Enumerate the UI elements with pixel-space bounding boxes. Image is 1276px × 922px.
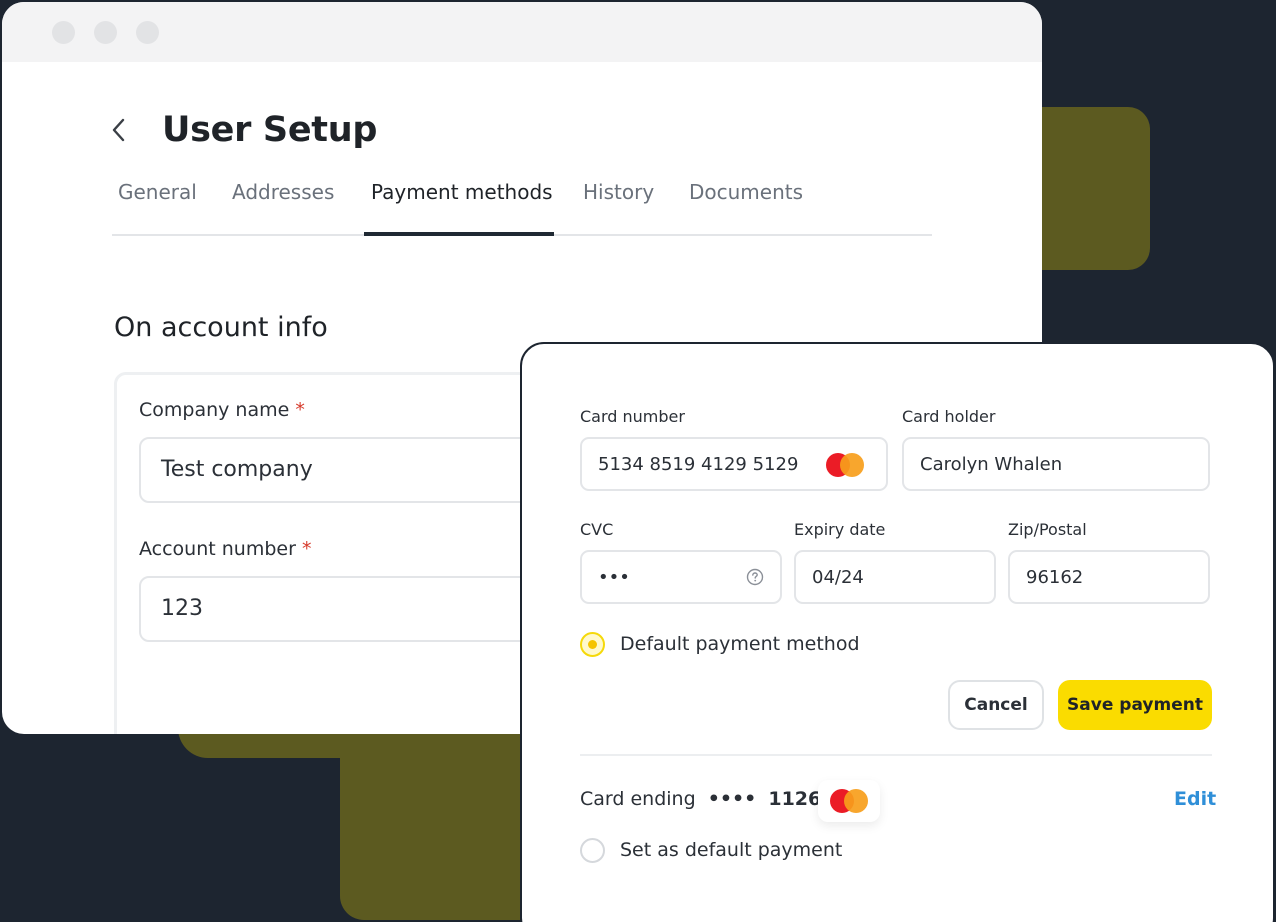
window-control-minimize[interactable] <box>94 20 117 44</box>
page-header: User Setup <box>110 110 377 150</box>
cvc-input[interactable]: ••• <box>580 550 782 604</box>
saved-card-summary: Card ending •••• 1126 <box>580 788 822 810</box>
tab-general[interactable]: General <box>118 180 197 204</box>
card-holder-input[interactable]: Carolyn Whalen <box>902 437 1210 491</box>
tab-bar: General Addresses Payment methods Histor… <box>112 172 932 236</box>
default-payment-label: Default payment method <box>620 633 860 655</box>
expiry-date-label: Expiry date <box>794 520 886 539</box>
chevron-left-icon[interactable] <box>110 117 132 143</box>
zip-postal-label: Zip/Postal <box>1008 520 1087 539</box>
edit-card-link[interactable]: Edit <box>1174 788 1216 810</box>
tab-documents[interactable]: Documents <box>689 180 803 204</box>
tab-history[interactable]: History <box>583 180 654 204</box>
card-number-input[interactable]: 5134 8519 4129 5129 <box>580 437 888 491</box>
company-name-label: Company name * <box>139 399 305 421</box>
required-mark: * <box>301 538 312 560</box>
section-title: On account info <box>114 312 328 343</box>
set-default-label: Set as default payment <box>620 839 843 861</box>
account-number-input[interactable]: 123 <box>139 576 559 642</box>
active-tab-indicator <box>364 232 554 236</box>
card-holder-label: Card holder <box>902 407 996 426</box>
cvc-label: CVC <box>580 520 614 539</box>
cancel-button[interactable]: Cancel <box>948 680 1044 730</box>
mastercard-icon <box>826 453 864 477</box>
default-payment-radio[interactable] <box>580 632 605 657</box>
window-titlebar <box>2 2 1042 62</box>
page-title: User Setup <box>162 110 378 150</box>
mastercard-icon <box>830 789 868 813</box>
saved-card-brand <box>818 780 880 822</box>
card-last4: 1126 <box>768 788 822 810</box>
required-mark: * <box>295 399 305 421</box>
zip-postal-input[interactable]: 96162 <box>1008 550 1210 604</box>
payment-form-panel: Card number 5134 8519 4129 5129 Card hol… <box>520 342 1275 922</box>
card-number-label: Card number <box>580 407 685 426</box>
divider <box>580 754 1212 756</box>
set-default-radio[interactable] <box>580 838 605 863</box>
company-name-input[interactable]: Test company <box>139 437 559 503</box>
window-control-close[interactable] <box>52 20 75 44</box>
question-circle-icon[interactable] <box>746 568 764 586</box>
tab-addresses[interactable]: Addresses <box>232 180 334 204</box>
tab-payment-methods[interactable]: Payment methods <box>371 180 553 204</box>
expiry-date-input[interactable]: 04/24 <box>794 550 996 604</box>
window-control-maximize[interactable] <box>136 20 159 44</box>
card-mask: •••• <box>707 788 757 810</box>
save-payment-button[interactable]: Save payment <box>1058 680 1212 730</box>
account-number-label: Account number * <box>139 538 312 560</box>
